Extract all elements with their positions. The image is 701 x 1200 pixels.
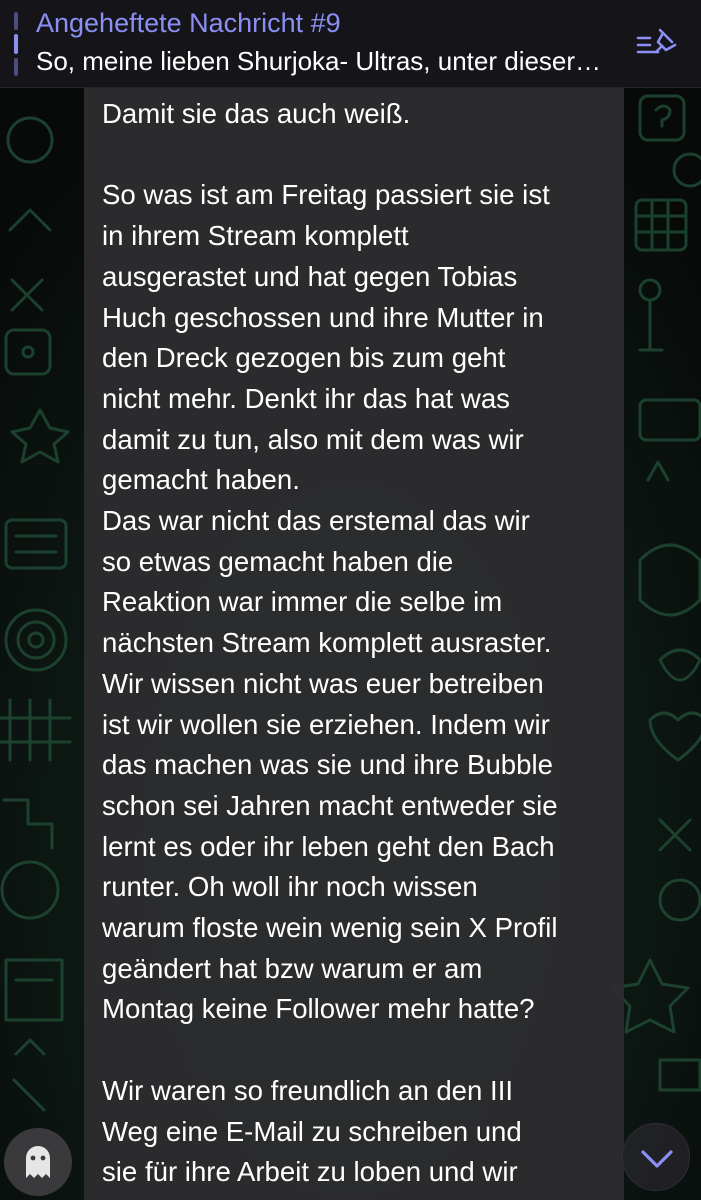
pin-list-icon xyxy=(636,28,677,54)
message-paragraph: Damit sie das auch weiß. xyxy=(102,98,411,129)
ghost-icon xyxy=(26,1146,50,1178)
scroll-down-button[interactable] xyxy=(622,1123,690,1191)
pinned-list-button[interactable] xyxy=(630,22,680,66)
pinned-message-preview: So, meine lieben Shurjoka- Ultras, unter… xyxy=(36,46,602,76)
message-paragraph: So was ist am Freitag passiert sie ist i… xyxy=(102,179,558,1025)
chevron-down-icon xyxy=(641,1150,673,1168)
pinned-message-bar[interactable]: Angeheftete Nachricht #9 So, meine liebe… xyxy=(0,0,701,88)
message-text: Damit sie das auch weiß. So was ist am F… xyxy=(102,94,612,1193)
message-paragraph: Wir waren so freundlich an den III Weg e… xyxy=(102,1074,522,1188)
message-bubble[interactable]: Damit sie das auch weiß. So was ist am F… xyxy=(84,60,624,1200)
pinned-message-indicator xyxy=(14,12,18,76)
pinned-message-title: Angeheftete Nachricht #9 xyxy=(36,8,341,38)
avatar-button[interactable] xyxy=(4,1128,72,1196)
